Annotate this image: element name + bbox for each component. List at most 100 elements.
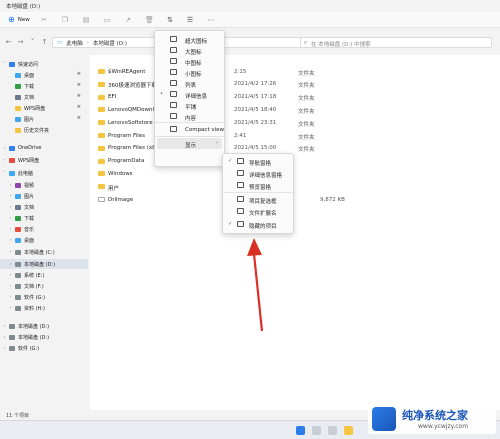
sidebar-item-label: 历史文件夹: [24, 128, 50, 134]
expand-chevron-icon[interactable]: ›: [2, 324, 7, 329]
expand-chevron-icon[interactable]: ˅: [2, 62, 7, 67]
sidebar-item[interactable]: 桌面 ✱: [0, 70, 88, 80]
view-menu-item[interactable]: 超大图标: [157, 34, 222, 45]
sidebar-item[interactable]: › 本地磁盘 (D:): [0, 259, 88, 269]
sidebar-item[interactable]: › 本地磁盘 (D:): [0, 332, 88, 342]
sidebar-item[interactable]: › 桌面: [0, 235, 88, 245]
cut-icon[interactable]: ✂: [40, 16, 48, 24]
rename-icon[interactable]: ▭: [103, 16, 111, 24]
sidebar-item[interactable]: › 资料 (H:): [0, 303, 88, 313]
expand-chevron-icon[interactable]: ›: [8, 227, 13, 232]
start-icon[interactable]: [296, 426, 305, 435]
watermark-url: www.ycwjzy.com: [418, 423, 469, 430]
expand-chevron-icon[interactable]: ›: [8, 306, 13, 311]
view-menu-item[interactable]: • 详细信息: [157, 89, 222, 100]
show-menu-item[interactable]: ✓ 隐藏的项目: [225, 219, 291, 230]
expand-chevron-icon[interactable]: ›: [8, 262, 13, 267]
sidebar-item[interactable]: ˅ 快速访问: [0, 59, 88, 69]
show-menu-item[interactable]: 预览窗格: [225, 180, 291, 191]
view-menu-item[interactable]: Compact view: [157, 124, 224, 135]
sidebar-item[interactable]: ˅ 此电脑: [0, 168, 88, 178]
view-menu-item[interactable]: 小图标: [157, 67, 222, 78]
expand-chevron-icon[interactable]: ›: [8, 250, 13, 255]
sidebar-item[interactable]: › 软件 (G:): [0, 292, 88, 302]
view-menu-label: 详细信息: [185, 93, 208, 100]
view-menu-item[interactable]: 大图标: [157, 45, 222, 56]
task-view-icon[interactable]: [328, 426, 337, 435]
show-menu-item[interactable]: ✓ 导航窗格: [225, 156, 291, 167]
check-icon: •: [160, 91, 163, 97]
sidebar-item[interactable]: 历史文件夹: [0, 125, 88, 135]
view-menu-label: 平铺: [185, 104, 197, 111]
expand-chevron-icon[interactable]: ›: [2, 346, 7, 351]
expand-chevron-icon[interactable]: ›: [8, 284, 13, 289]
search-taskbar-icon[interactable]: [312, 426, 321, 435]
show-menu-item[interactable]: 详细信息窗格: [225, 168, 291, 179]
pane-icon: [237, 208, 244, 214]
expand-chevron-icon[interactable]: ›: [8, 238, 13, 243]
file-row[interactable]: Windows2021/4/: [98, 169, 498, 179]
share-icon[interactable]: ↗: [124, 16, 132, 24]
sidebar-item[interactable]: › 文档: [0, 202, 88, 212]
expand-chevron-icon[interactable]: ›: [8, 205, 13, 210]
file-row[interactable]: Drilmage2021/6/9,872 KB: [98, 195, 498, 205]
expand-chevron-icon[interactable]: ›: [8, 194, 13, 199]
breadcrumb-item[interactable]: 此电脑: [66, 39, 83, 47]
more-icon[interactable]: ⋯: [207, 16, 215, 24]
expand-chevron-icon[interactable]: ›: [2, 158, 7, 163]
sidebar-item[interactable]: 下载 ✱: [0, 81, 88, 91]
view-menu-item[interactable]: 列表: [157, 78, 222, 89]
file-row[interactable]: 用户2021/4/: [98, 182, 498, 192]
expand-chevron-icon[interactable]: ›: [8, 216, 13, 221]
file-list: $WinREAgent 2:15 文件夹 360极速浏览器下载 2021/4/2 17:…: [90, 55, 500, 410]
sidebar-item[interactable]: › 视频: [0, 180, 88, 190]
sidebar-item[interactable]: › 图片: [0, 191, 88, 201]
expand-chevron-icon[interactable]: ˅: [2, 171, 7, 176]
folder-icon: [98, 107, 105, 113]
sidebar-item-label: 下载: [24, 84, 35, 90]
sidebar-item[interactable]: › 音乐: [0, 224, 88, 234]
sidebar-item[interactable]: › 本地磁盘 (C:): [0, 247, 88, 257]
new-button[interactable]: ⊕ New: [4, 15, 34, 25]
expand-chevron-icon[interactable]: ›: [2, 335, 7, 340]
show-menu-item[interactable]: 项目复选框: [225, 194, 291, 205]
sidebar-item-label: 资料 (H:): [24, 306, 45, 312]
sidebar-item[interactable]: › WPS网盘: [0, 155, 88, 165]
delete-icon[interactable]: 🗑: [145, 16, 154, 24]
sidebar-item[interactable]: WPS网盘 ✱: [0, 103, 88, 113]
sidebar-item[interactable]: 图片 ✱: [0, 114, 88, 124]
file-date: 2021/4/5 18:40: [234, 106, 277, 113]
copy-icon[interactable]: ❐: [61, 16, 69, 24]
show-menu-label: 导航窗格: [249, 160, 272, 167]
sidebar-item[interactable]: › 软件 (G:): [0, 343, 88, 353]
sidebar-item[interactable]: › 本地磁盘 (D:): [0, 321, 88, 331]
file-explorer-taskbar-icon[interactable]: [344, 426, 353, 435]
search-input[interactable]: ⌕ 在 本地磁盘 (D:) 中搜索: [300, 37, 492, 48]
pane-icon: [237, 182, 244, 188]
view-menu-label: 超大图标: [185, 38, 208, 45]
sidebar-item[interactable]: › OneDrive: [0, 143, 88, 153]
expand-chevron-icon[interactable]: ›: [8, 183, 13, 188]
sort-icon[interactable]: ⇅: [166, 16, 174, 24]
paste-icon[interactable]: ▤: [82, 16, 90, 24]
sidebar-item[interactable]: › 下载: [0, 213, 88, 223]
view-icon[interactable]: ☰: [186, 16, 194, 24]
expand-chevron-icon[interactable]: ›: [2, 146, 7, 151]
expand-chevron-icon[interactable]: ›: [8, 273, 13, 278]
breadcrumb-item[interactable]: 本地磁盘 (D:): [93, 39, 127, 47]
view-menu-item[interactable]: 平铺: [157, 100, 222, 111]
back-icon[interactable]: ←: [4, 38, 13, 47]
forward-icon[interactable]: →: [16, 38, 25, 47]
recent-locations-icon[interactable]: ˅: [28, 38, 37, 47]
view-mode-icon: [170, 58, 177, 64]
view-menu-item[interactable]: 中图标: [157, 56, 222, 67]
expand-chevron-icon[interactable]: ›: [8, 295, 13, 300]
sidebar-item[interactable]: › 文档 (F:): [0, 281, 88, 291]
view-menu-item[interactable]: 内容: [157, 111, 222, 122]
sidebar-item[interactable]: › 系统 (E:): [0, 270, 88, 280]
folder-icon: [98, 69, 105, 74]
sidebar-item[interactable]: 文档 ✱: [0, 92, 88, 102]
view-menu-item[interactable]: 显示 ›: [157, 138, 222, 149]
up-icon[interactable]: ↑: [40, 38, 49, 47]
show-menu-item[interactable]: 文件扩展名: [225, 206, 291, 217]
